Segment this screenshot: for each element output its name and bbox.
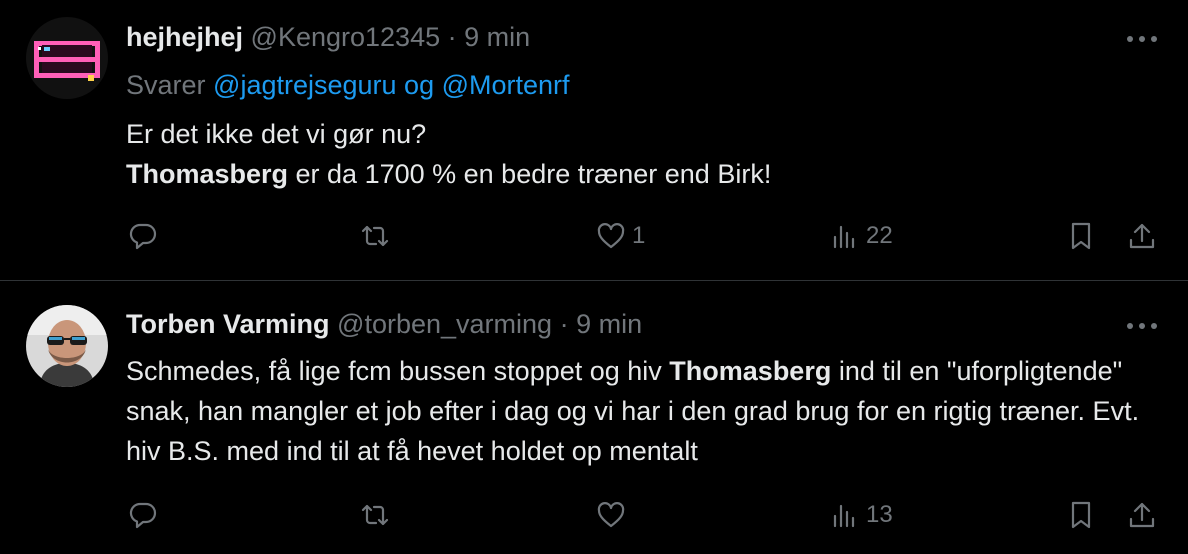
share-icon — [1129, 502, 1155, 528]
avatar[interactable] — [26, 305, 108, 387]
retweet-button[interactable] — [360, 218, 390, 254]
share-button[interactable] — [1127, 218, 1157, 254]
reply-context: Svarer @jagtrejseguru og @Mortenrf — [126, 70, 570, 101]
more-options-icon[interactable] — [1126, 320, 1158, 332]
like-button[interactable] — [596, 497, 632, 533]
text-segment: Er det ikke det vi gør nu? — [126, 119, 427, 149]
bookmark-button[interactable] — [1066, 218, 1096, 254]
like-count: 1 — [632, 222, 646, 249]
text-segment: Schmedes, få lige fcm bussen stoppet og … — [126, 356, 670, 386]
tweet-header: hejhejhej @Kengro12345 · 9 min — [126, 22, 530, 53]
retweet-icon — [361, 504, 389, 526]
tweet[interactable]: hejhejhej @Kengro12345 · 9 min Svarer @j… — [0, 0, 1188, 281]
reply-icon — [129, 502, 157, 529]
photo-avatar-icon — [26, 305, 108, 387]
bold-text: Thomasberg — [669, 356, 832, 386]
tweet-line: Thomasberg er da 1700 % en bedre træner … — [126, 154, 771, 194]
display-name[interactable]: Torben Varming — [126, 309, 330, 339]
reply-icon — [129, 223, 157, 250]
more-options-icon[interactable] — [1126, 33, 1158, 45]
timestamp[interactable]: 9 min — [576, 309, 642, 339]
bookmark-button[interactable] — [1066, 497, 1096, 533]
action-bar: 1 22 — [0, 218, 1188, 254]
heart-icon — [597, 502, 625, 528]
avatar[interactable] — [26, 17, 108, 99]
bold-text: Thomasberg — [126, 159, 289, 189]
tweet-text: Schmedes, få lige fcm bussen stoppet og … — [126, 351, 1166, 471]
reply-mentions[interactable]: @jagtrejseguru og @Mortenrf — [213, 70, 569, 100]
action-bar: 13 — [0, 497, 1188, 533]
tweet-text: Er det ikke det vi gør nu? Thomasberg er… — [126, 114, 771, 194]
views-icon — [833, 504, 855, 528]
views-button[interactable]: 22 — [830, 218, 893, 254]
views-icon — [833, 225, 855, 249]
tweet[interactable]: Torben Varming @torben_varming · 9 min S… — [0, 281, 1188, 554]
view-count: 22 — [866, 222, 893, 249]
pixel-art-avatar-icon — [26, 17, 108, 99]
separator: · — [559, 309, 569, 339]
tweet-line: Er det ikke det vi gør nu? — [126, 114, 771, 154]
text-segment: er da 1700 % en bedre træner end Birk! — [288, 159, 772, 189]
share-button[interactable] — [1127, 497, 1157, 533]
user-handle[interactable]: @Kengro12345 — [251, 22, 441, 52]
reply-button[interactable] — [128, 497, 158, 533]
user-handle[interactable]: @torben_varming — [337, 309, 552, 339]
bookmark-icon — [1071, 222, 1091, 250]
separator: · — [447, 22, 457, 52]
bookmark-icon — [1071, 501, 1091, 529]
tweet-header: Torben Varming @torben_varming · 9 min — [126, 309, 642, 340]
reply-button[interactable] — [128, 218, 158, 254]
retweet-icon — [361, 225, 389, 247]
view-count: 13 — [866, 501, 893, 528]
like-button[interactable]: 1 — [596, 218, 645, 254]
reply-prefix: Svarer — [126, 70, 206, 100]
share-icon — [1129, 223, 1155, 249]
heart-icon — [597, 223, 625, 249]
views-button[interactable]: 13 — [830, 497, 893, 533]
timestamp[interactable]: 9 min — [464, 22, 530, 52]
display-name[interactable]: hejhejhej — [126, 22, 243, 52]
retweet-button[interactable] — [360, 497, 390, 533]
